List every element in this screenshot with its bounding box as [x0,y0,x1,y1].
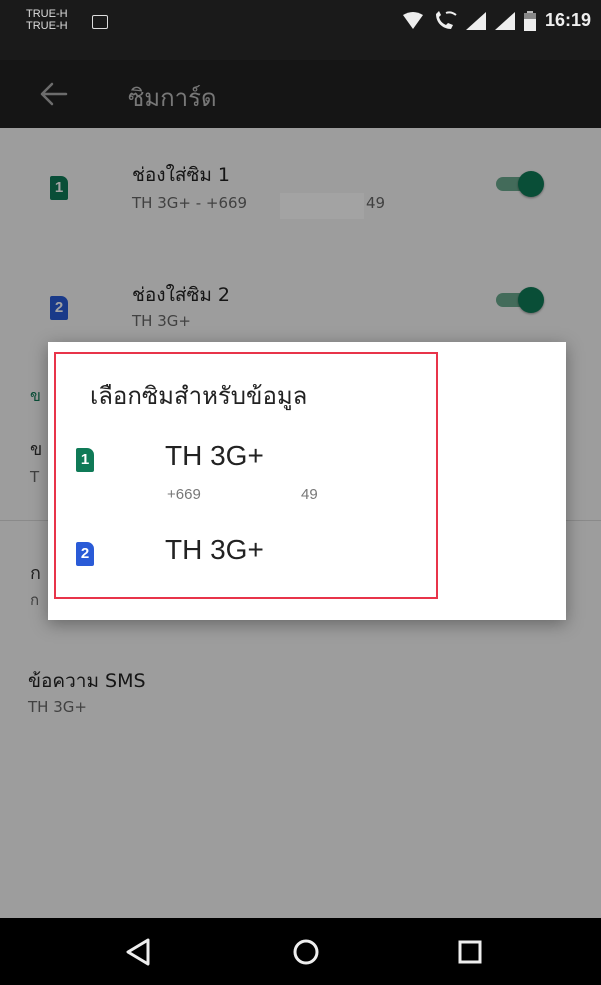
screen: TRUE-H TRUE-H 16:19 ซิมการ์ด 1 ช่องใส่ซิ… [0,0,601,985]
triangle-back-icon[interactable] [120,934,156,970]
signal-sim1-icon [465,11,486,30]
image-notification-icon [92,15,108,29]
signal-sim2-icon [494,11,515,30]
carrier-1-label: TRUE-H [26,8,68,20]
carrier-labels: TRUE-H TRUE-H [26,8,68,32]
status-bar: TRUE-H TRUE-H 16:19 [0,0,601,60]
wifi-icon [402,11,423,29]
battery-icon [523,10,536,31]
sim2-icon: 2 [76,542,94,566]
status-icons: 16:19 [402,10,591,31]
square-recents-icon[interactable] [452,934,488,970]
sim-option-1-number-prefix: +669 [167,486,201,503]
clock: 16:19 [544,10,591,30]
call-wifi-icon [435,10,457,29]
circle-home-icon[interactable] [288,934,324,970]
sim-option-1-number-suffix: 49 [301,486,318,503]
navigation-bar [0,918,601,985]
sim-option-1[interactable]: 1 TH 3G+ +669 49 [55,436,435,520]
carrier-2-label: TRUE-H [26,20,68,32]
sim1-icon: 1 [76,448,94,472]
sim-option-1-label: TH 3G+ [165,440,264,471]
dialog-title: เลือกซิมสำหรับข้อมูล [90,382,308,410]
sim-option-2-label: TH 3G+ [165,534,264,565]
sim-option-2[interactable]: 2 TH 3G+ [55,530,435,586]
